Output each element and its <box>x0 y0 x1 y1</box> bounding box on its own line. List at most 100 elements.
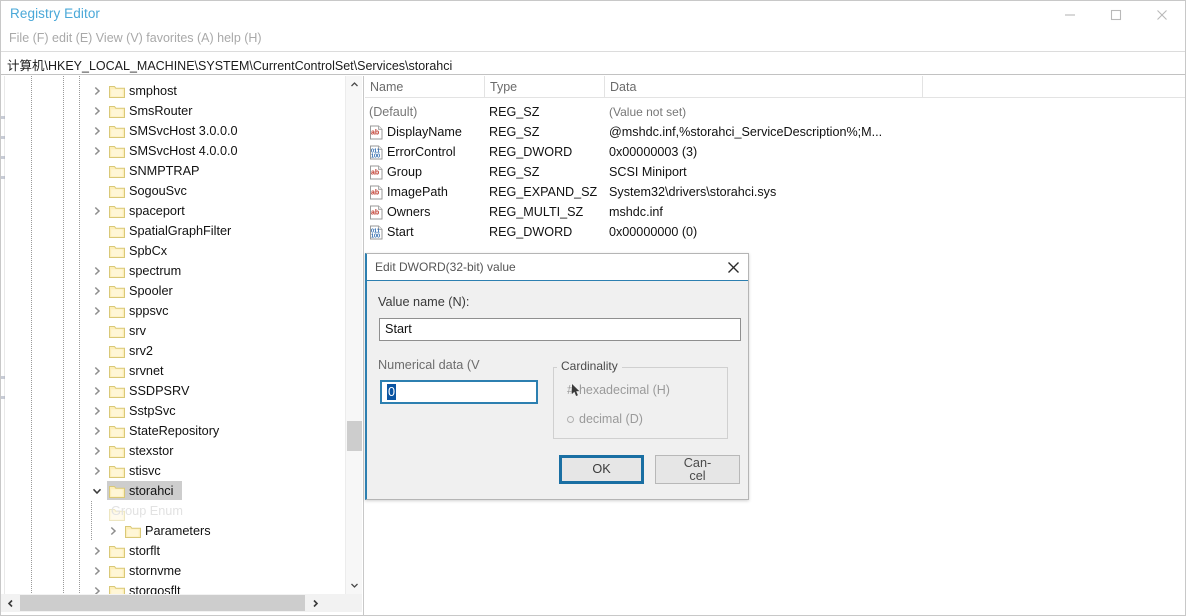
chevron-right-icon[interactable] <box>89 301 105 321</box>
tree-item-spbcx[interactable]: SpbCx <box>5 241 345 261</box>
table-row[interactable]: abImagePathREG_EXPAND_SZSystem32\drivers… <box>365 182 1185 202</box>
tree-item-sstpsvc[interactable]: SstpSvc <box>5 401 345 421</box>
value-name-input[interactable]: Start <box>379 318 741 341</box>
chevron-right-icon[interactable] <box>89 381 105 401</box>
tree-item-smsrouter[interactable]: SmsRouter <box>5 101 345 121</box>
svg-text:ab: ab <box>371 170 379 177</box>
tree-item-label: SMSvcHost 4.0.0.0 <box>129 141 238 161</box>
svg-text:100: 100 <box>371 154 380 160</box>
tree-item-srv2[interactable]: srv2 <box>5 341 345 361</box>
address-bar[interactable]: 计算机\HKEY_LOCAL_MACHINE\SYSTEM\CurrentCon… <box>1 51 1185 75</box>
tree-item-ssdpsrv[interactable]: SSDPSRV <box>5 381 345 401</box>
chevron-right-icon[interactable] <box>89 281 105 301</box>
close-icon[interactable] <box>1139 1 1185 29</box>
column-header-type[interactable]: Type <box>485 76 605 98</box>
table-row[interactable]: 011100ErrorControlREG_DWORD0x00000003 (3… <box>365 142 1185 162</box>
tree-item-stisvc[interactable]: stisvc <box>5 461 345 481</box>
window-controls <box>1047 1 1185 29</box>
tree-item-stexstor[interactable]: stexstor <box>5 441 345 461</box>
h-scroll-thumb[interactable] <box>20 595 305 611</box>
cancel-button[interactable]: Can- cel <box>655 455 740 484</box>
chevron-right-icon[interactable] <box>89 581 105 594</box>
table-row[interactable]: abOwnersREG_MULTI_SZmshdc.inf <box>365 202 1185 222</box>
tree-item-storahci[interactable]: storahci <box>5 481 345 501</box>
values-column-header[interactable]: NameTypeData <box>365 76 1185 98</box>
tree-item-label: SpatialGraphFilter <box>129 221 231 241</box>
folder-icon <box>109 264 125 278</box>
scroll-thumb[interactable] <box>347 421 362 451</box>
chevron-right-icon[interactable] <box>89 361 105 381</box>
tree-horizontal-scrollbar[interactable] <box>1 594 362 612</box>
tree-item-label: srvnet <box>129 361 164 381</box>
folder-icon <box>109 164 125 178</box>
chevron-right-icon[interactable] <box>89 541 105 561</box>
tree-item-sogousvc[interactable]: SogouSvc <box>5 181 345 201</box>
tree-item-storqosflt[interactable]: storqosflt <box>5 581 345 594</box>
tree-item-parameters[interactable]: Parameters <box>5 521 345 541</box>
value-type: REG_DWORD <box>489 222 572 242</box>
window-title: Registry Editor <box>10 6 100 21</box>
numerical-data-input[interactable]: 0 <box>380 380 538 404</box>
menu-bar[interactable]: File (F) edit (E) View (V) favorites (A)… <box>1 29 1185 51</box>
chevron-right-icon[interactable] <box>89 201 105 221</box>
close-icon[interactable] <box>722 257 744 278</box>
tree-item-spaceport[interactable]: spaceport <box>5 201 345 221</box>
value-name: ErrorControl <box>387 142 456 162</box>
menu-items[interactable]: File (F) edit (E) View (V) favorites (A)… <box>9 31 262 45</box>
pane-splitter[interactable] <box>363 76 364 616</box>
tree-item-srv[interactable]: srv <box>5 321 345 341</box>
chevron-right-icon[interactable] <box>89 461 105 481</box>
scroll-up-button[interactable] <box>346 76 363 93</box>
tree-item-storflt[interactable]: storflt <box>5 541 345 561</box>
folder-icon <box>109 344 125 358</box>
chevron-right-icon[interactable] <box>89 121 105 141</box>
tree-item-label: stexstor <box>129 441 173 461</box>
tree-item-srvnet[interactable]: srvnet <box>5 361 345 381</box>
table-row[interactable]: abGroupREG_SZSCSI Miniport <box>365 162 1185 182</box>
value-data: System32\drivers\storahci.sys <box>609 182 776 202</box>
maximize-icon[interactable] <box>1093 1 1139 29</box>
scroll-down-button[interactable] <box>346 577 363 594</box>
tree-item-spatialgraphfilter[interactable]: SpatialGraphFilter <box>5 221 345 241</box>
tree-item-smsvchost-4-0-0-0[interactable]: SMSvcHost 4.0.0.0 <box>5 141 345 161</box>
tree-item-sppsvc[interactable]: sppsvc <box>5 301 345 321</box>
scroll-left-button[interactable] <box>1 594 19 612</box>
chevron-right-icon[interactable] <box>105 521 121 541</box>
table-row[interactable]: abDisplayNameREG_SZ@mshdc.inf,%storahci_… <box>365 122 1185 142</box>
column-header-data[interactable]: Data <box>605 76 923 98</box>
tree-item-smphost[interactable]: smphost <box>5 81 345 101</box>
chevron-right-icon[interactable] <box>89 441 105 461</box>
tree-item-label: Parameters <box>145 521 211 541</box>
folder-icon <box>109 324 125 338</box>
tree-item-staterepository[interactable]: StateRepository <box>5 421 345 441</box>
radio-hexadecimal[interactable]: # hexadecimal (H) <box>567 383 670 397</box>
chevron-right-icon[interactable] <box>89 561 105 581</box>
table-row[interactable]: (Default)REG_SZ(Value not set) <box>365 102 1185 122</box>
minimize-icon[interactable] <box>1047 1 1093 29</box>
chevron-right-icon[interactable] <box>89 261 105 281</box>
tree-item-label: SSDPSRV <box>129 381 189 401</box>
scroll-right-button[interactable] <box>306 594 324 612</box>
tree-item-smsvchost-3-0-0-0[interactable]: SMSvcHost 3.0.0.0 <box>5 121 345 141</box>
tree-vertical-scrollbar[interactable] <box>345 76 362 594</box>
chevron-right-icon[interactable] <box>89 101 105 121</box>
tree-item-label: SmsRouter <box>129 101 192 121</box>
chevron-down-icon[interactable] <box>89 481 105 501</box>
chevron-right-icon[interactable] <box>89 421 105 441</box>
chevron-right-icon[interactable] <box>89 141 105 161</box>
chevron-right-icon[interactable] <box>89 401 105 421</box>
tree-item-snmptrap[interactable]: SNMPTRAP <box>5 161 345 181</box>
chevron-right-icon[interactable] <box>89 81 105 101</box>
value-type: REG_SZ <box>489 162 539 182</box>
dialog-title-bar: Edit DWORD(32-bit) value <box>367 254 748 281</box>
tree-item-stornvme[interactable]: stornvme <box>5 561 345 581</box>
folder-icon <box>125 524 141 538</box>
table-row[interactable]: 011100StartREG_DWORD0x00000000 (0) <box>365 222 1185 242</box>
ok-button[interactable]: OK <box>559 455 644 484</box>
column-header-name[interactable]: Name <box>365 76 485 98</box>
tree-item-spooler[interactable]: Spooler <box>5 281 345 301</box>
radio-decimal[interactable]: decimal (D) <box>567 412 643 426</box>
registry-path[interactable]: 计算机\HKEY_LOCAL_MACHINE\SYSTEM\CurrentCon… <box>7 55 452 74</box>
tree-item-label: SMSvcHost 3.0.0.0 <box>129 121 238 141</box>
tree-item-spectrum[interactable]: spectrum <box>5 261 345 281</box>
